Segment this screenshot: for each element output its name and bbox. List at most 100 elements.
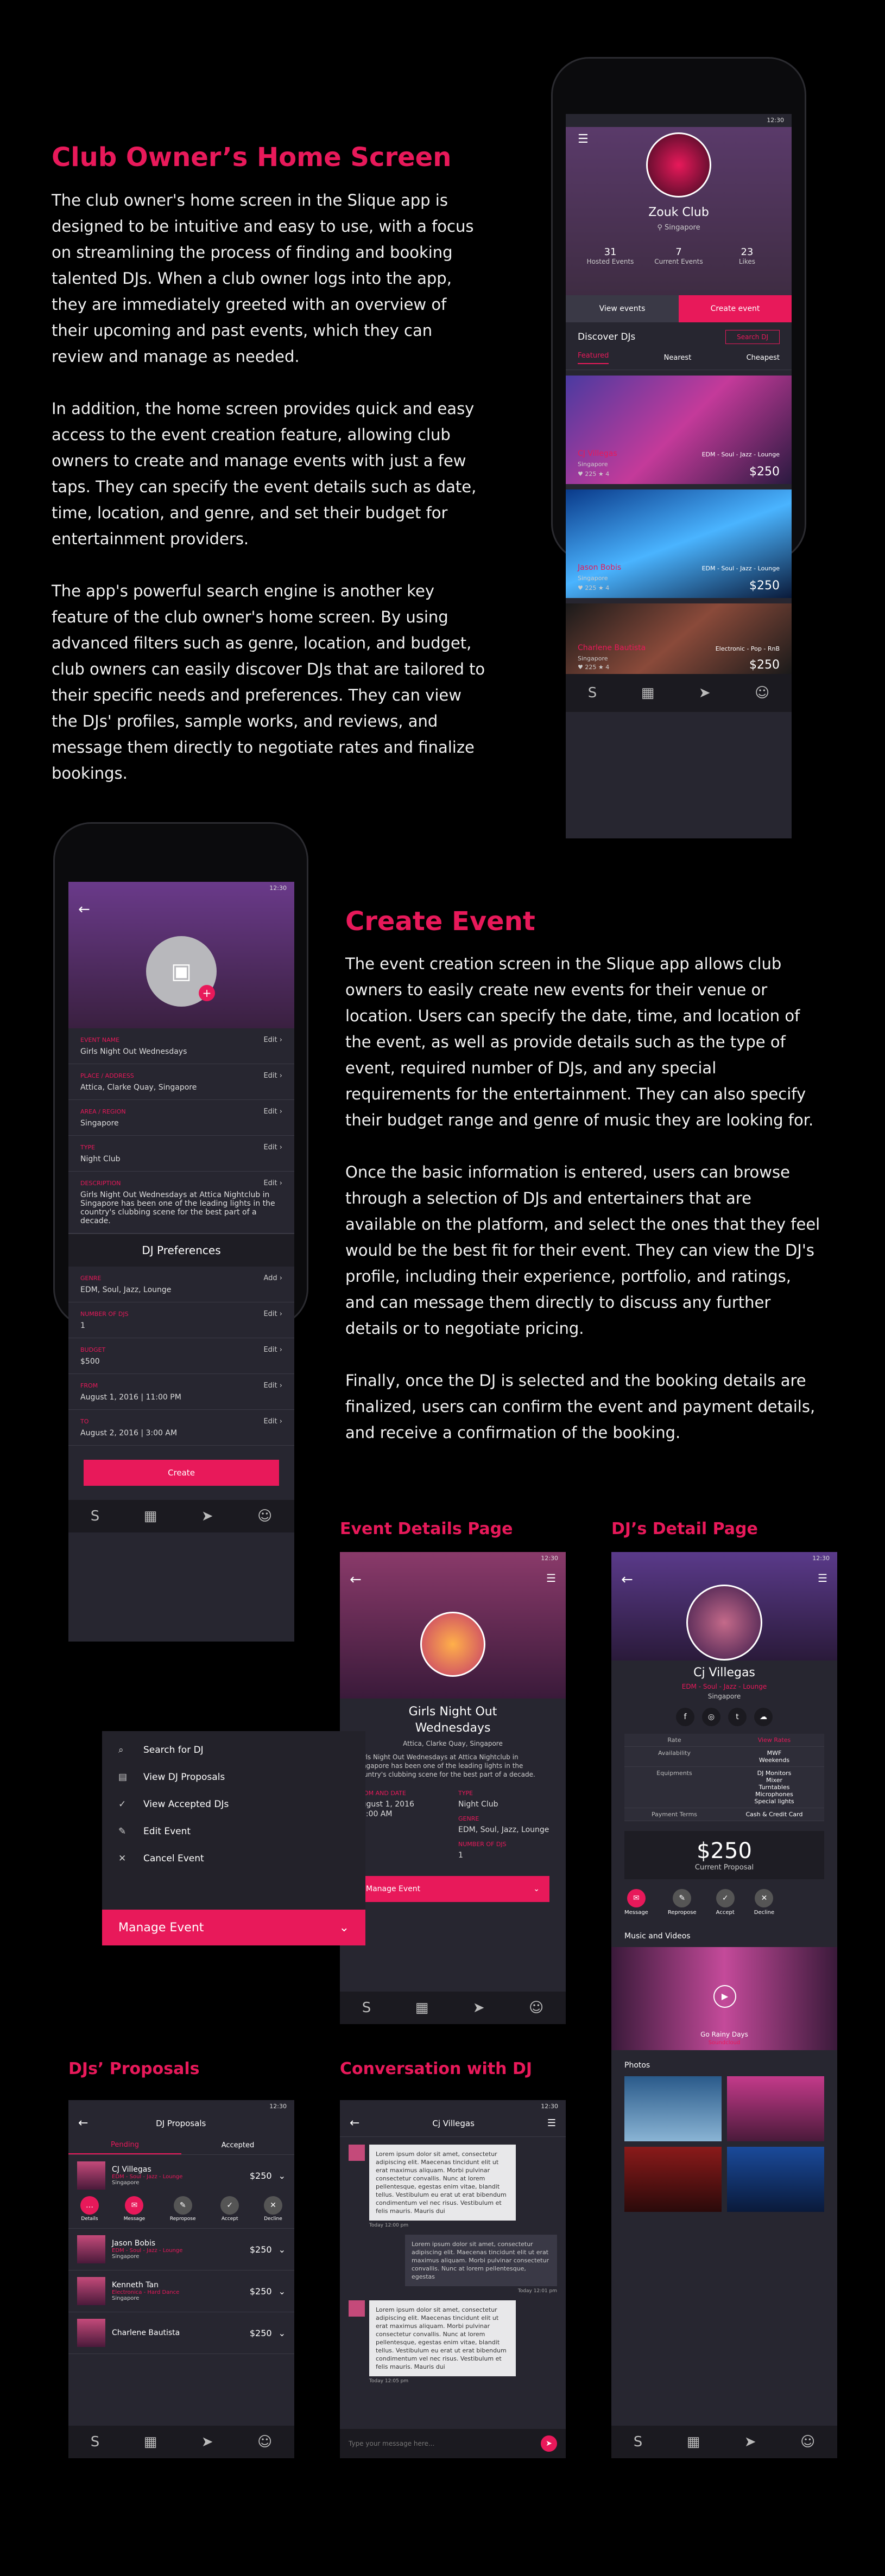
manage-event-menu-button[interactable]: Manage Event ⌄ — [102, 1910, 365, 1945]
repropose-action[interactable]: ✎ Repropose — [668, 1889, 697, 1916]
calendar-icon[interactable]: ▦ — [687, 2434, 700, 2450]
add-photo-icon[interactable]: + — [199, 985, 215, 1001]
proposal-item[interactable]: Charlene Bautista $250 ⌄ — [68, 2312, 294, 2354]
logo-icon[interactable]: S — [91, 1508, 100, 1524]
tab-featured[interactable]: Featured — [578, 352, 609, 364]
logo-icon[interactable]: S — [634, 2434, 643, 2450]
calendar-icon[interactable]: ▦ — [144, 2434, 157, 2450]
send-icon[interactable]: ➤ — [541, 2435, 557, 2452]
send-icon[interactable]: ➤ — [744, 2434, 756, 2450]
back-icon[interactable]: ← — [350, 2116, 359, 2130]
tab-cheapest[interactable]: Cheapest — [747, 354, 780, 362]
music-carousel[interactable]: ▶ Go Rainy Days Soundcloud — [611, 1947, 837, 2050]
send-icon[interactable]: ➤ — [201, 1508, 213, 1524]
chevron-down-icon[interactable]: ⌄ — [279, 2286, 286, 2297]
play-icon[interactable]: ▶ — [713, 1985, 736, 2008]
proposal-action[interactable]: ✉ Message — [124, 2196, 145, 2222]
photo-thumbnail[interactable] — [727, 2147, 824, 2212]
edit-action[interactable]: Edit › — [263, 1072, 282, 1080]
edit-action[interactable]: Edit › — [263, 1036, 282, 1044]
manage-event-button[interactable]: Manage Event ⌄ — [356, 1876, 549, 1902]
instagram-icon[interactable]: ◎ — [702, 1708, 720, 1726]
photo-thumbnail[interactable] — [624, 2076, 722, 2141]
back-icon[interactable]: ← — [621, 1572, 633, 1588]
send-icon[interactable]: ➤ — [699, 685, 711, 701]
chevron-down-icon[interactable]: ⌄ — [279, 2171, 286, 2181]
back-icon[interactable]: ← — [350, 1572, 362, 1588]
twitter-icon[interactable]: t — [728, 1708, 747, 1726]
menu-item[interactable]: ✎ Edit Event — [102, 1818, 365, 1845]
soundcloud-icon[interactable]: ☁ — [754, 1708, 773, 1726]
edit-action[interactable]: Edit › — [263, 1143, 282, 1152]
menu-icon[interactable]: ☰ — [818, 1572, 827, 1585]
form-field[interactable]: EVENT NAME Edit › Girls Night Out Wednesda… — [68, 1028, 294, 1064]
create-button[interactable]: Create — [84, 1460, 279, 1486]
logo-icon[interactable]: S — [588, 685, 597, 701]
proposal-action[interactable]: ✕ Decline — [263, 2196, 282, 2222]
form-field[interactable]: TO Edit › August 2, 2016 | 3:00 AM — [68, 1410, 294, 1446]
menu-item[interactable]: ✕ Cancel Event — [102, 1845, 365, 1872]
view-events-button[interactable]: View events — [566, 295, 679, 322]
form-field[interactable]: FROM Edit › August 1, 2016 | 11:00 PM — [68, 1374, 294, 1410]
edit-action[interactable]: Edit › — [263, 1382, 282, 1390]
form-field[interactable]: DESCRIPTION Edit › Girls Night Out Wednesd… — [68, 1172, 294, 1233]
profile-icon[interactable]: ☺ — [257, 1508, 272, 1524]
decline-action[interactable]: ✕ Decline — [754, 1889, 774, 1916]
calendar-icon[interactable]: ▦ — [641, 685, 655, 701]
dj-card[interactable]: Jason Bobis EDM - Soul - Jazz - Lounge S… — [566, 489, 792, 598]
menu-item[interactable]: ⌕ Search for DJ — [102, 1737, 365, 1764]
menu-item[interactable]: ▤ View DJ Proposals — [102, 1764, 365, 1791]
photo-thumbnail[interactable] — [624, 2147, 722, 2212]
form-field[interactable]: BUDGET Edit › $500 — [68, 1338, 294, 1374]
edit-action[interactable]: Edit › — [263, 1346, 282, 1354]
profile-icon[interactable]: ☺ — [800, 2434, 815, 2450]
tab-pending[interactable]: Pending — [68, 2136, 181, 2154]
search-dj-button[interactable]: Search DJ — [725, 330, 780, 344]
menu-icon[interactable]: ☰ — [578, 132, 589, 146]
edit-icon: ✎ — [118, 1826, 127, 1837]
profile-icon[interactable]: ☺ — [257, 2434, 272, 2450]
form-field[interactable]: NUMBER OF DJs Edit › 1 — [68, 1302, 294, 1338]
edit-action[interactable]: Add › — [263, 1274, 282, 1282]
proposal-action[interactable]: ✓ Accept — [220, 2196, 239, 2222]
menu-icon[interactable]: ☰ — [547, 2117, 556, 2129]
menu-item[interactable]: ✓ View Accepted DJs — [102, 1791, 365, 1818]
logo-icon[interactable]: S — [362, 2000, 371, 2016]
proposal-item[interactable]: Kenneth Tan Electronica - Hard Dance Singa… — [68, 2270, 294, 2312]
edit-action[interactable]: Edit › — [263, 1310, 282, 1318]
proposal-action[interactable]: ✎ Repropose — [170, 2196, 195, 2222]
edit-action[interactable]: Edit › — [263, 1417, 282, 1426]
detail-value[interactable]: View Rates — [724, 1737, 824, 1744]
logo-icon[interactable]: S — [91, 2434, 100, 2450]
accept-action[interactable]: ✓ Accept — [716, 1889, 735, 1916]
facebook-icon[interactable]: f — [676, 1708, 694, 1726]
profile-icon[interactable]: ☺ — [755, 685, 769, 701]
tab-nearest[interactable]: Nearest — [664, 354, 692, 362]
back-icon[interactable]: ← — [78, 901, 90, 918]
dj-card[interactable]: Charlene Bautista Electronic - Pop - RnB… — [566, 603, 792, 674]
edit-action[interactable]: Edit › — [263, 1179, 282, 1187]
message-action[interactable]: ✉ Message — [624, 1889, 648, 1916]
dj-card[interactable]: CJ Villegas EDM - Soul - Jazz - Lounge S… — [566, 376, 792, 484]
calendar-icon[interactable]: ▦ — [144, 1508, 157, 1524]
calendar-icon[interactable]: ▦ — [415, 2000, 429, 2016]
form-field[interactable]: GENRE Add › EDM, Soul, Jazz, Lounge — [68, 1267, 294, 1302]
send-icon[interactable]: ➤ — [473, 2000, 485, 2016]
proposal-action[interactable]: … Details — [80, 2196, 99, 2222]
form-field[interactable]: PLACE / ADDRESS Edit › Attica, Clarke Quay… — [68, 1064, 294, 1100]
tab-accepted[interactable]: Accepted — [181, 2137, 294, 2154]
form-field[interactable]: TYPE Edit › Night Club — [68, 1136, 294, 1172]
menu-icon[interactable]: ☰ — [546, 1572, 556, 1585]
edit-action[interactable]: Edit › — [263, 1108, 282, 1116]
create-event-button[interactable]: Create event — [679, 295, 792, 322]
chevron-down-icon[interactable]: ⌄ — [279, 2328, 286, 2338]
proposal-item[interactable]: Jason Bobis EDM - Soul - Jazz - Lounge Sin… — [68, 2229, 294, 2270]
message-input[interactable] — [349, 2440, 511, 2447]
proposal-item[interactable]: CJ Villegas EDM - Soul - Jazz - Lounge Sin… — [68, 2155, 294, 2229]
chevron-down-icon[interactable]: ⌄ — [279, 2244, 286, 2255]
profile-icon[interactable]: ☺ — [529, 2000, 543, 2016]
back-icon[interactable]: ← — [78, 2116, 88, 2130]
form-field[interactable]: AREA / REGION Edit › Singapore — [68, 1100, 294, 1136]
send-icon[interactable]: ➤ — [201, 2434, 213, 2450]
photo-thumbnail[interactable] — [727, 2076, 824, 2141]
